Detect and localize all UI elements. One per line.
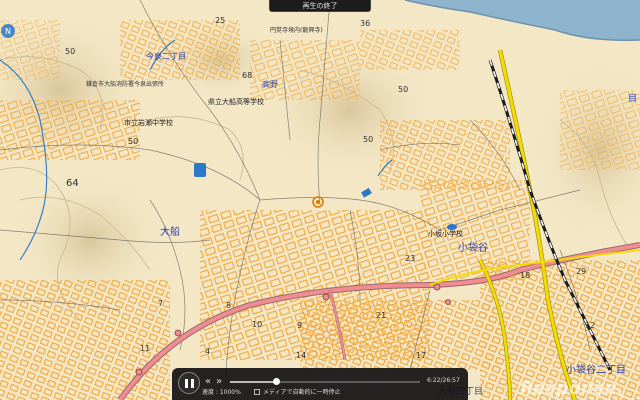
exit-playback-label: 再生の終了 xyxy=(302,1,338,10)
block-number: 9 xyxy=(297,321,303,330)
label-iwase-middle: 市立岩瀬中学校 xyxy=(124,119,173,127)
forward-button[interactable]: » xyxy=(216,377,222,387)
auto-pause-label: メディアで自動的に一時停止 xyxy=(263,389,341,396)
auto-pause-checkbox[interactable] xyxy=(254,389,260,395)
exit-playback-button[interactable]: 再生の終了 xyxy=(269,0,371,12)
time-readout: 6:22/26:57 xyxy=(427,377,460,384)
contour-number: 50 xyxy=(65,47,76,56)
rewind-button[interactable]: « xyxy=(205,377,211,387)
block-number: 17 xyxy=(416,351,427,360)
block-number: 21 xyxy=(376,311,387,320)
block-number: 14 xyxy=(296,351,307,360)
contour-number: 25 xyxy=(215,16,226,25)
map-canvas[interactable]: N xyxy=(0,0,640,400)
label-temple: 円覚寺境内(龍興寺) xyxy=(270,27,323,34)
contour-number: 36 xyxy=(360,19,371,28)
pause-button[interactable] xyxy=(178,372,200,394)
contour-number: 50 xyxy=(128,137,139,146)
block-number: 11 xyxy=(140,344,151,353)
compass-label: N xyxy=(5,27,11,36)
block-number: 23 xyxy=(405,254,416,263)
watermark: Response. xyxy=(520,378,624,399)
block-number: 4 xyxy=(205,347,211,356)
speed-readout: 速度 : 1000% xyxy=(202,389,241,396)
block-number: 7 xyxy=(158,299,164,308)
label-edge-chome: 目 xyxy=(628,94,638,104)
label-ofuna: 大船 xyxy=(160,227,180,238)
block-number: 29 xyxy=(576,267,587,276)
label-ofuna-high: 県立大船高等学校 xyxy=(208,98,264,106)
progress-fill xyxy=(230,381,276,383)
pause-icon xyxy=(183,378,195,388)
label-kofukurodani-2: 小袋谷二丁目 xyxy=(566,365,626,376)
progress-slider[interactable] xyxy=(230,378,420,385)
contour-number: 68 xyxy=(242,71,253,80)
pond xyxy=(194,163,206,177)
block-number: 8 xyxy=(226,301,232,310)
label-kofukurodani: 小袋谷 xyxy=(458,243,488,254)
block-number: 18 xyxy=(520,271,531,280)
progress-thumb[interactable] xyxy=(272,378,280,385)
label-kosaka-elem: 小坂小学校 xyxy=(428,230,463,238)
label-imaizumi-2: 今泉二丁目 xyxy=(146,52,186,61)
block-number: 10 xyxy=(252,320,263,329)
contour-number: 50 xyxy=(398,85,409,94)
label-takano: 高野 xyxy=(262,80,278,89)
label-kamakura-office: 鎌倉市大船消防署今泉出張所 xyxy=(86,81,165,88)
contour-number: 50 xyxy=(363,135,374,144)
block-number: 12 xyxy=(585,321,596,330)
contour-number: 64 xyxy=(66,178,79,189)
playback-controls: « » 6:22/26:57 速度 : 1000% メディアで自動的に一時停止 xyxy=(172,368,468,400)
